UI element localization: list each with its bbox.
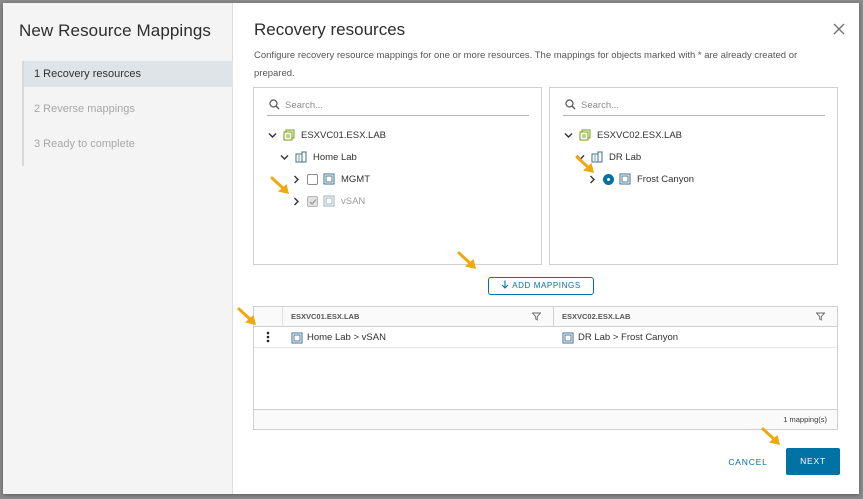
wizard-sidebar: New Resource Mappings 1 Recovery resourc… [3,3,233,494]
search-icon [269,99,280,110]
table-row[interactable]: Home Lab > vSAN DR Lab > Frost Canyon [254,328,837,348]
search-icon [565,99,576,110]
row-target-cell: DR Lab > Frost Canyon [562,328,678,348]
page-title: Recovery resources [254,20,406,39]
vcenter-icon [283,129,295,141]
grid-header: ESXVC01.ESX.LAB ESXVC02.ESX.LAB [254,307,837,327]
annotation-arrow-icon [457,251,476,269]
close-icon[interactable] [831,22,847,38]
tree-label-datacenter: DR Lab [609,151,642,163]
grid-footer: 1 mapping(s) [254,409,837,429]
tree-label-vcenter: ESXVC02.ESX.LAB [597,129,683,141]
cluster-icon [619,173,631,185]
row-source-cell: Home Lab > vSAN [291,328,386,348]
column-header-target[interactable]: ESXVC02.ESX.LAB [553,307,838,327]
arrow-down-icon [501,280,509,289]
step-ready-to-complete: 3 Ready to complete [34,138,135,150]
tree-label-frost-canyon: Frost Canyon [637,173,695,185]
filter-icon[interactable] [532,312,541,321]
step-reverse-mappings: 2 Reverse mappings [34,103,135,115]
annotation-arrow-icon [237,307,256,325]
tree-node-vcenter[interactable]: ESXVC02.ESX.LAB [563,124,694,146]
vsan-checkbox[interactable] [307,195,318,207]
annotation-arrow-icon [270,176,289,194]
column-header-source[interactable]: ESXVC01.ESX.LAB [282,307,553,327]
cluster-icon [562,332,574,344]
step-recovery-resources[interactable]: 1 Recovery resources [24,61,233,87]
wizard-title: New Resource Mappings [19,21,212,40]
kebab-menu-icon[interactable] [261,331,275,345]
column-header-target-label: ESXVC02.ESX.LAB [562,312,631,321]
wizard-main: Recovery resources Configure recovery re… [237,3,859,494]
column-header-source-label: ESXVC01.ESX.LAB [291,312,360,321]
row-target-label: DR Lab > Frost Canyon [578,332,679,343]
chevron-down-icon[interactable] [563,130,574,141]
chevron-down-icon[interactable] [279,152,290,163]
tree-label-vsan: vSAN [341,195,366,207]
annotation-arrow-icon [575,155,594,173]
target-search [563,96,825,116]
next-button[interactable]: NEXT [786,448,840,475]
tree-label-vcenter: ESXVC01.ESX.LAB [301,129,387,141]
cancel-button[interactable]: CANCEL [723,450,773,474]
vcenter-icon [579,129,591,141]
add-mappings-label: ADD MAPPINGS [512,281,581,290]
mappings-grid: ESXVC01.ESX.LAB ESXVC02.ESX.LAB Home Lab… [253,306,838,430]
filter-icon[interactable] [816,312,825,321]
chevron-down-icon[interactable] [267,130,278,141]
tree-label-datacenter: Home Lab [313,151,357,163]
mgmt-checkbox[interactable] [307,173,318,185]
frost-canyon-radio[interactable] [603,173,614,185]
source-search [267,96,529,116]
source-search-input[interactable] [285,98,525,113]
datacenter-icon [295,151,307,163]
page-description: Configure recovery resource mappings for… [254,50,798,79]
wizard-steps: 1 Recovery resources 2 Reverse mappings … [22,61,233,166]
annotation-arrow-icon [761,427,780,445]
tree-node-datacenter[interactable]: Home Lab [267,146,386,168]
row-source-label: Home Lab > vSAN [307,332,386,343]
target-search-input[interactable] [581,98,821,113]
tree-node-vcenter[interactable]: ESXVC01.ESX.LAB [267,124,386,146]
new-resource-mappings-dialog: New Resource Mappings 1 Recovery resourc… [3,3,859,494]
cluster-icon [323,173,335,185]
source-resources-panel: ESXVC01.ESX.LAB Home Lab MGMT [253,87,542,265]
cluster-icon [323,195,335,207]
add-mappings-button[interactable]: ADD MAPPINGS [488,277,594,295]
tree-label-mgmt: MGMT [341,173,371,185]
cluster-icon [291,332,303,344]
